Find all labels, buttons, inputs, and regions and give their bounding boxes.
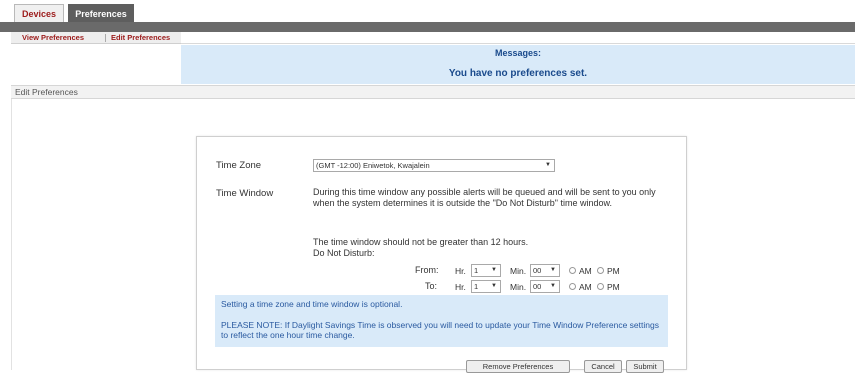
to-hour-value: 1 xyxy=(474,282,479,291)
from-am-label: AM xyxy=(579,266,592,276)
to-label: To: xyxy=(425,281,438,291)
from-minute-value: 00 xyxy=(533,266,542,275)
time-window-label: Time Window xyxy=(216,188,274,199)
to-hour-select[interactable]: 1 ▼ xyxy=(471,280,501,293)
chevron-down-icon: ▼ xyxy=(491,283,497,289)
to-am-radio[interactable] xyxy=(569,283,576,290)
top-tab-bar: Devices Preferences xyxy=(0,0,855,22)
to-minute-select[interactable]: 00 ▼ xyxy=(530,280,560,293)
from-hour-value: 1 xyxy=(474,266,479,275)
messages-text: You have no preferences set. xyxy=(448,68,588,79)
submit-button[interactable]: Submit xyxy=(626,360,664,373)
preferences-form: Time Zone (GMT -12:00) Eniwetok, Kwajale… xyxy=(196,136,687,373)
from-hour-select[interactable]: 1 ▼ xyxy=(471,264,501,277)
chevron-down-icon: ▼ xyxy=(550,283,556,289)
header-bar xyxy=(0,22,855,32)
edit-preferences-header: Edit Preferences xyxy=(11,85,855,99)
info-note-box: Setting a time zone and time window is o… xyxy=(215,295,668,347)
chevron-down-icon: ▼ xyxy=(491,267,497,273)
tab-preferences[interactable]: Preferences xyxy=(68,4,134,22)
time-window-limit: The time window should not be greater th… xyxy=(313,237,529,247)
edit-preferences-link[interactable]: Edit Preferences xyxy=(111,33,170,42)
messages-title: Messages: xyxy=(494,48,542,58)
cancel-button[interactable]: Cancel xyxy=(584,360,622,373)
time-zone-label: Time Zone xyxy=(216,160,262,171)
to-am-label: AM xyxy=(579,282,592,292)
to-pm-radio[interactable] xyxy=(597,283,604,290)
time-zone-value: (GMT -12:00) Eniwetok, Kwajalein xyxy=(316,161,430,170)
sub-navigation: View Preferences Edit Preferences xyxy=(0,32,855,45)
to-hr-label: Hr. xyxy=(455,282,466,292)
from-pm-label: PM xyxy=(607,266,620,276)
from-am-radio[interactable] xyxy=(569,267,576,274)
do-not-disturb-label: Do Not Disturb: xyxy=(313,248,375,258)
time-zone-select[interactable]: (GMT -12:00) Eniwetok, Kwajalein ▼ xyxy=(313,159,555,172)
chevron-down-icon: ▼ xyxy=(550,267,556,273)
to-minute-value: 00 xyxy=(533,282,542,291)
chevron-down-icon: ▼ xyxy=(545,162,551,168)
from-minute-select[interactable]: 00 ▼ xyxy=(530,264,560,277)
time-window-description: During this time window any possible ale… xyxy=(313,187,656,208)
from-min-label: Min. xyxy=(510,266,527,276)
messages-box: Messages: You have no preferences set. xyxy=(181,45,855,84)
from-pm-radio[interactable] xyxy=(597,267,604,274)
remove-preferences-button[interactable]: Remove Preferences xyxy=(466,360,570,373)
to-min-label: Min. xyxy=(510,282,527,292)
from-hr-label: Hr. xyxy=(455,266,466,276)
view-preferences-link[interactable]: View Preferences xyxy=(22,33,84,42)
sub-nav-rule xyxy=(181,43,855,44)
to-pm-label: PM xyxy=(607,282,620,292)
from-label: From: xyxy=(415,265,439,275)
tab-devices[interactable]: Devices xyxy=(14,4,64,22)
sub-nav-divider xyxy=(105,34,106,42)
optional-note: Setting a time zone and time window is o… xyxy=(221,299,403,309)
dst-note: PLEASE NOTE: If Daylight Savings Time is… xyxy=(221,320,659,340)
